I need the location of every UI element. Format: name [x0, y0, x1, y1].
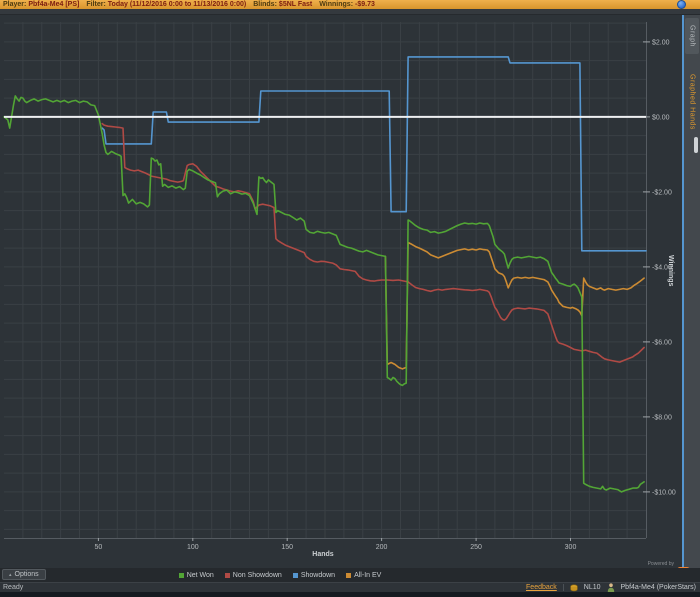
- filter-value: Today (11/12/2016 0:00 to 11/13/2016 0:0…: [107, 1, 247, 8]
- y-tick-label: -$8.00: [652, 414, 672, 421]
- legend-item-all-in-ev[interactable]: All-In EV: [346, 572, 381, 579]
- x-tick-label: 250: [470, 544, 482, 551]
- y-tick-label: -$6.00: [652, 339, 672, 346]
- legend-item-non-showdown[interactable]: Non Showdown: [224, 571, 282, 579]
- chart-legend: Net Won Non Showdown Showdown All-In EV: [0, 568, 460, 582]
- y-axis-title: Winnings: [667, 255, 674, 287]
- series-net-won: [3, 95, 645, 493]
- player-filter-bar: Player: Pbf4a-Me4 [PS] Filter: Today (11/12…: [0, 0, 700, 9]
- y-tick-label: $0.00: [652, 114, 670, 121]
- series-non-showdown: [101, 122, 645, 363]
- stake-selector[interactable]: NL10: [584, 584, 601, 591]
- blinds-label: Blinds:: [253, 1, 277, 8]
- legend-label-all-in-ev: All-In EV: [354, 571, 382, 579]
- feedback-link[interactable]: Feedback: [526, 584, 557, 591]
- legend-swatch-showdown: [292, 572, 298, 578]
- legend-item-showdown[interactable]: Showdown: [292, 571, 336, 579]
- x-tick-label: 150: [281, 544, 293, 551]
- legend-bar: ▴ Options Net Won Non Showdown Showdown All-…: [0, 568, 700, 582]
- status-globe-icon[interactable]: [677, 0, 686, 9]
- tab-graph[interactable]: Graph: [685, 18, 699, 54]
- winnings-graph-panel: $2.00 $0.00 -$2.00 -$4.00 -$6.00 -$8.00 -$10.0…: [0, 15, 682, 568]
- x-tick-label: 300: [565, 544, 577, 551]
- series-showdown: [101, 56, 647, 252]
- x-tick-label: 50: [95, 544, 103, 551]
- player-selector[interactable]: Pbf4a-Me4 (PokerStars): [621, 584, 696, 591]
- bottom-strip: [0, 592, 700, 597]
- winnings-chart: $2.00$0.00-$2.00-$4.00-$6.00-$8.00-$10.0…: [3, 22, 676, 551]
- blinds-value: $5NL Fast: [278, 1, 313, 8]
- status-bar: Ready Feedback NL10 Pbf4a-Me4 (PokerStar…: [0, 582, 700, 592]
- y-tick-label: $2.00: [652, 39, 670, 46]
- legend-swatch-all-in-ev: [346, 572, 352, 578]
- x-tick-label: 100: [187, 544, 199, 551]
- chips-icon: [570, 583, 578, 591]
- player-label: Player:: [3, 1, 27, 8]
- x-tick-label: 200: [376, 544, 388, 551]
- filter-label: Filter:: [86, 1, 106, 8]
- legend-swatch-net-won: [178, 572, 184, 578]
- winnings-value: -$9.73: [355, 1, 375, 8]
- player-value: Pbf4a-Me4 [PS]: [28, 1, 80, 8]
- scrollbar-thumb[interactable]: [694, 137, 698, 153]
- tab-graphed-hands[interactable]: Graphed Hands: [685, 59, 699, 145]
- legend-swatch-non-showdown: [224, 572, 230, 578]
- legend-label-net-won: Net Won: [186, 571, 214, 579]
- divider: [562, 584, 564, 591]
- status-ready-label: Ready: [3, 584, 24, 591]
- player-icon: [607, 583, 614, 592]
- x-axis-title: Hands: [312, 551, 334, 558]
- winnings-label: Winnings:: [319, 1, 354, 8]
- series-all-in-ev: [384, 241, 645, 370]
- legend-label-non-showdown: Non Showdown: [232, 571, 282, 579]
- right-tab-strip: Graph Graphed Hands: [682, 15, 700, 568]
- legend-label-showdown: Showdown: [300, 571, 336, 579]
- legend-item-net-won[interactable]: Net Won: [178, 571, 214, 579]
- y-tick-label: -$10.00: [652, 489, 676, 496]
- hem2-window: Player: Pbf4a-Me4 [PS] Filter: Today (11/12…: [0, 0, 700, 597]
- y-tick-label: -$2.00: [652, 189, 672, 196]
